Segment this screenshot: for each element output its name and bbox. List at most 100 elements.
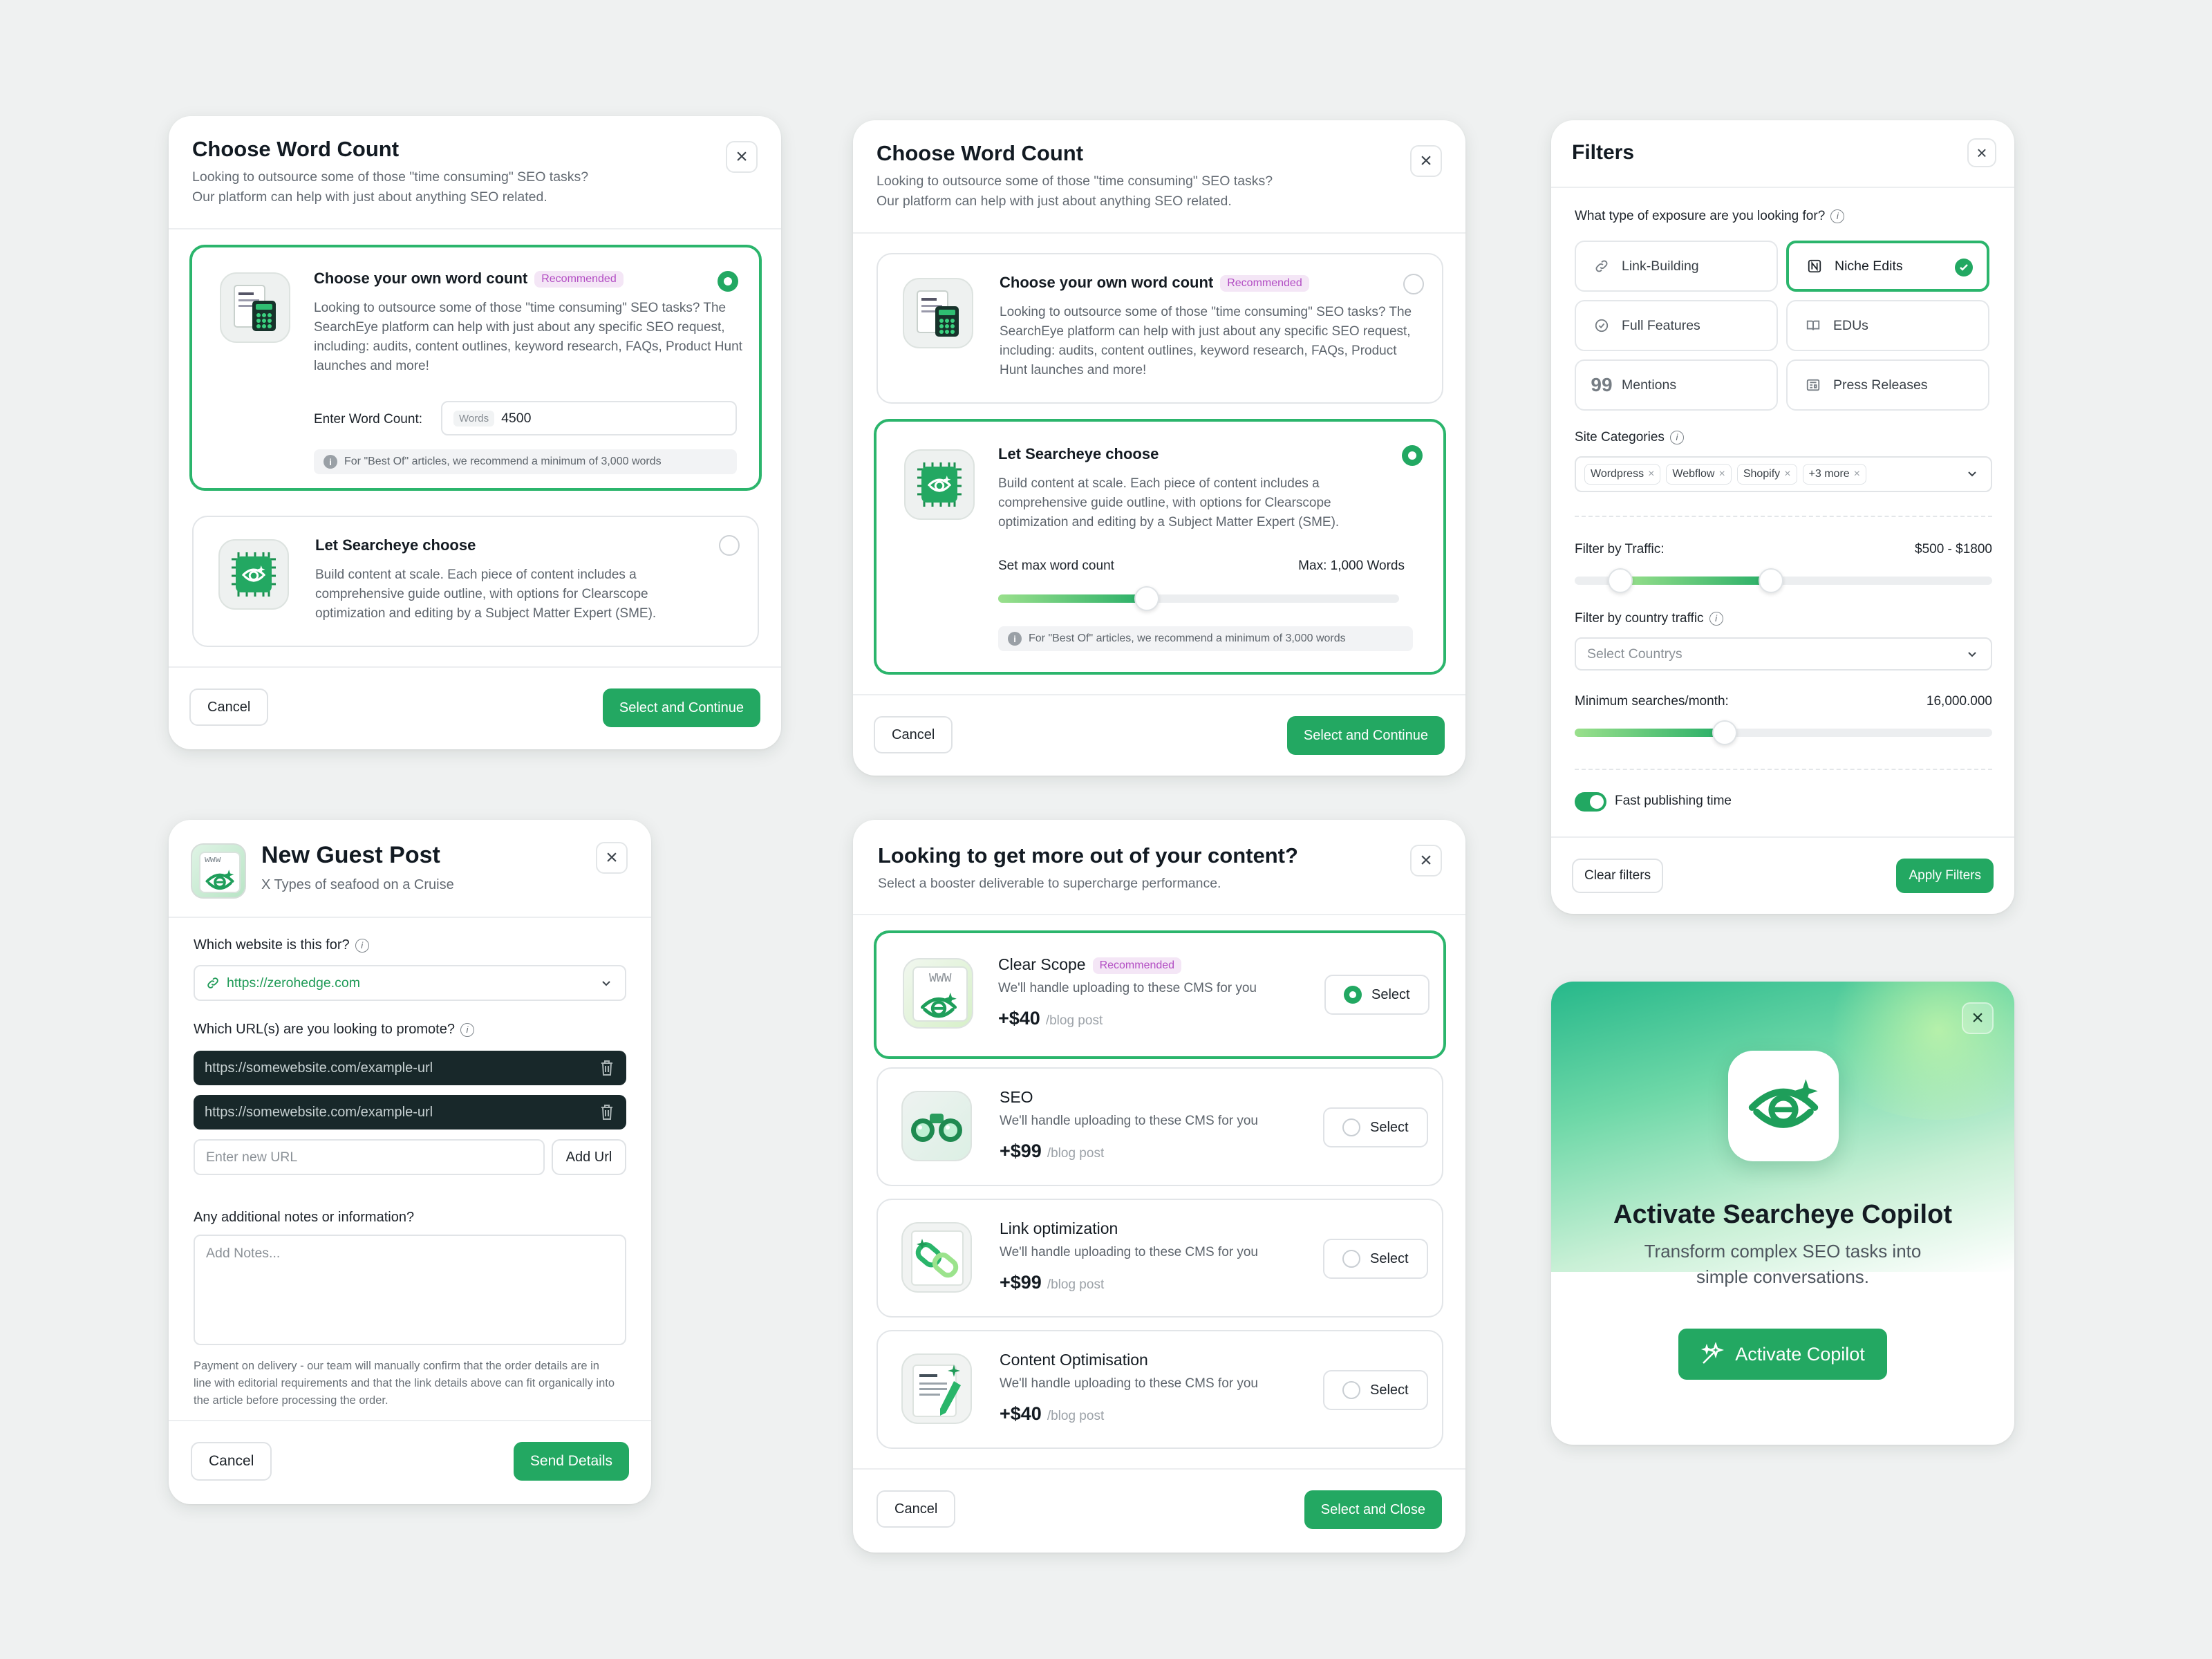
option-title: Choose your own word count Recommended <box>314 270 624 288</box>
exposure-edus[interactable]: EDUs <box>1786 300 1989 351</box>
close-button[interactable]: × <box>1967 138 1996 167</box>
option-radio[interactable] <box>1403 274 1424 294</box>
remove-tag-icon[interactable]: × <box>1854 468 1860 480</box>
activate-copilot-button[interactable]: Activate Copilot <box>1678 1329 1887 1380</box>
option-radio[interactable] <box>718 271 738 292</box>
booster-item-link-optimization[interactable]: Link optimization We'll handle uploading… <box>877 1199 1443 1318</box>
booster-item-clear-scope[interactable]: WWW Clear Scope Recommended We'll handle … <box>874 930 1446 1059</box>
new-url-input[interactable]: Enter new URL <box>194 1139 545 1175</box>
exposure-question: What type of exposure are you looking fo… <box>1575 209 1845 224</box>
word-count-slider-knob[interactable] <box>1134 586 1159 611</box>
option-own-word-count[interactable]: Choose your own word count Recommended Lo… <box>877 253 1443 404</box>
site-categories-select[interactable]: Wordpress × Webflow × Shopify × +3 more × <box>1575 456 1992 492</box>
subtitle-line-2: Our platform can help with just about an… <box>877 194 1232 209</box>
website-label-text: Which website is this for? <box>194 937 350 953</box>
cancel-button[interactable]: Cancel <box>191 1442 272 1481</box>
apply-filters-button[interactable]: Apply Filters <box>1896 859 1994 893</box>
chevron-down-icon <box>1966 467 1978 484</box>
item-title: Content Optimisation <box>1000 1351 1148 1369</box>
website-select[interactable]: https://zerohedge.com <box>194 965 626 1001</box>
remove-tag-icon[interactable]: × <box>1784 468 1790 480</box>
close-icon: × <box>735 145 748 168</box>
word-count-input[interactable]: Words 4500 <box>441 401 737 435</box>
select-and-close-button[interactable]: Select and Close <box>1304 1490 1442 1529</box>
cancel-button[interactable]: Cancel <box>874 716 953 753</box>
fast-publishing-toggle[interactable] <box>1575 792 1606 812</box>
option-label: EDUs <box>1833 317 1868 333</box>
modal-header: Choose Word Count Looking to outsource s… <box>169 116 781 228</box>
modal-title: Choose Word Count <box>877 141 1084 165</box>
close-icon: × <box>1976 142 1987 163</box>
close-button[interactable]: × <box>726 141 758 173</box>
category-tag[interactable]: Shopify × <box>1736 464 1797 485</box>
traffic-range-slider[interactable] <box>1575 568 1992 593</box>
traffic-max-knob[interactable] <box>1758 568 1783 593</box>
notes-placeholder: Add Notes... <box>206 1246 281 1261</box>
modal-title: Looking to get more out of your content? <box>878 843 1298 868</box>
option-radio[interactable] <box>719 535 740 556</box>
modal-subtitle: Looking to outsource some of those "time… <box>877 171 1442 212</box>
word-count-label: Enter Word Count: <box>314 412 423 427</box>
calculator-icon <box>903 278 973 348</box>
url-entry[interactable]: https://somewebsite.com/example-url <box>194 1095 626 1130</box>
searches-value: 16,000.000 <box>1926 694 1992 709</box>
option-let-searcheye-choose[interactable]: Let Searcheye choose Build content at sc… <box>192 516 759 647</box>
remove-tag-icon[interactable]: × <box>1718 468 1725 480</box>
close-icon: × <box>1971 1006 1984 1029</box>
remove-tag-icon[interactable]: × <box>1648 468 1654 480</box>
select-button[interactable]: Select <box>1323 1370 1428 1410</box>
searches-slider-knob[interactable] <box>1712 720 1738 745</box>
close-button[interactable]: × <box>1410 845 1442 877</box>
select-button[interactable]: Select <box>1323 1239 1428 1279</box>
clear-filters-button[interactable]: Clear filters <box>1572 859 1664 893</box>
cancel-button[interactable]: Cancel <box>189 688 269 726</box>
url-entry[interactable]: https://somewebsite.com/example-url <box>194 1051 626 1085</box>
exposure-mentions[interactable]: 99 Mentions <box>1575 359 1778 411</box>
booster-item-content-optimisation[interactable]: Content Optimisation We'll handle upload… <box>877 1330 1443 1449</box>
cancel-button[interactable]: Cancel <box>877 1490 956 1528</box>
exposure-full-features[interactable]: Full Features <box>1575 300 1778 351</box>
subtitle-line-2: Our platform can help with just about an… <box>192 189 547 205</box>
searches-slider[interactable] <box>1575 720 1992 745</box>
close-button[interactable]: × <box>596 842 628 874</box>
category-tag[interactable]: Webflow × <box>1666 464 1732 485</box>
select-button[interactable]: Select <box>1323 1107 1428 1147</box>
select-and-continue-button[interactable]: Select and Continue <box>602 688 760 727</box>
notes-textarea[interactable]: Add Notes... <box>194 1235 626 1345</box>
word-count-slider-track[interactable] <box>998 586 1399 611</box>
recommendation-note: i For "Best Of" articles, we recommend a … <box>998 626 1413 651</box>
traffic-min-knob[interactable] <box>1608 568 1633 593</box>
select-radio <box>1344 986 1362 1004</box>
exposure-niche-edits[interactable]: Niche Edits <box>1786 241 1989 292</box>
quote-icon: 99 <box>1591 374 1613 395</box>
chevron-down-icon <box>1966 648 1978 664</box>
divider <box>853 914 1465 915</box>
filters-panel: Filters × What type of exposure are you … <box>1551 120 2014 914</box>
category-tag-more[interactable]: +3 more × <box>1802 464 1867 485</box>
close-button[interactable]: × <box>1962 1002 1994 1034</box>
info-icon: i <box>1008 632 1022 646</box>
select-and-continue-button[interactable]: Select and Continue <box>1286 716 1445 755</box>
chip-eye-icon <box>904 449 975 520</box>
add-url-button[interactable]: Add Url <box>552 1139 626 1175</box>
category-tag[interactable]: Wordpress × <box>1584 464 1661 485</box>
url-text: https://somewebsite.com/example-url <box>205 1060 433 1076</box>
exposure-link-building[interactable]: Link-Building <box>1575 241 1778 292</box>
new-guest-post-modal: www New Guest Post X Types of seafood on… <box>169 820 651 1504</box>
send-details-button[interactable]: Send Details <box>513 1442 629 1481</box>
country-select[interactable]: Select Countrys <box>1575 637 1992 671</box>
select-radio <box>1342 1381 1360 1399</box>
option-let-searcheye-choose[interactable]: Let Searcheye choose Build content at sc… <box>874 419 1446 675</box>
select-button[interactable]: Select <box>1324 975 1430 1015</box>
trash-icon[interactable] <box>600 1060 614 1076</box>
url-text: https://somewebsite.com/example-url <box>205 1104 433 1120</box>
close-button[interactable]: × <box>1410 145 1442 177</box>
option-own-word-count[interactable]: Choose your own word count Recommended Lo… <box>189 245 762 491</box>
booster-item-seo[interactable]: SEO We'll handle uploading to these CMS … <box>877 1067 1443 1186</box>
traffic-label: Filter by Traffic: <box>1575 542 1665 556</box>
subtitle-line-2: simple conversations. <box>1696 1266 1869 1287</box>
trash-icon[interactable] <box>600 1104 614 1121</box>
note-text: For "Best Of" articles, we recommend a m… <box>344 456 662 467</box>
option-radio[interactable] <box>1402 445 1423 466</box>
exposure-press-releases[interactable]: Press Releases <box>1786 359 1989 411</box>
